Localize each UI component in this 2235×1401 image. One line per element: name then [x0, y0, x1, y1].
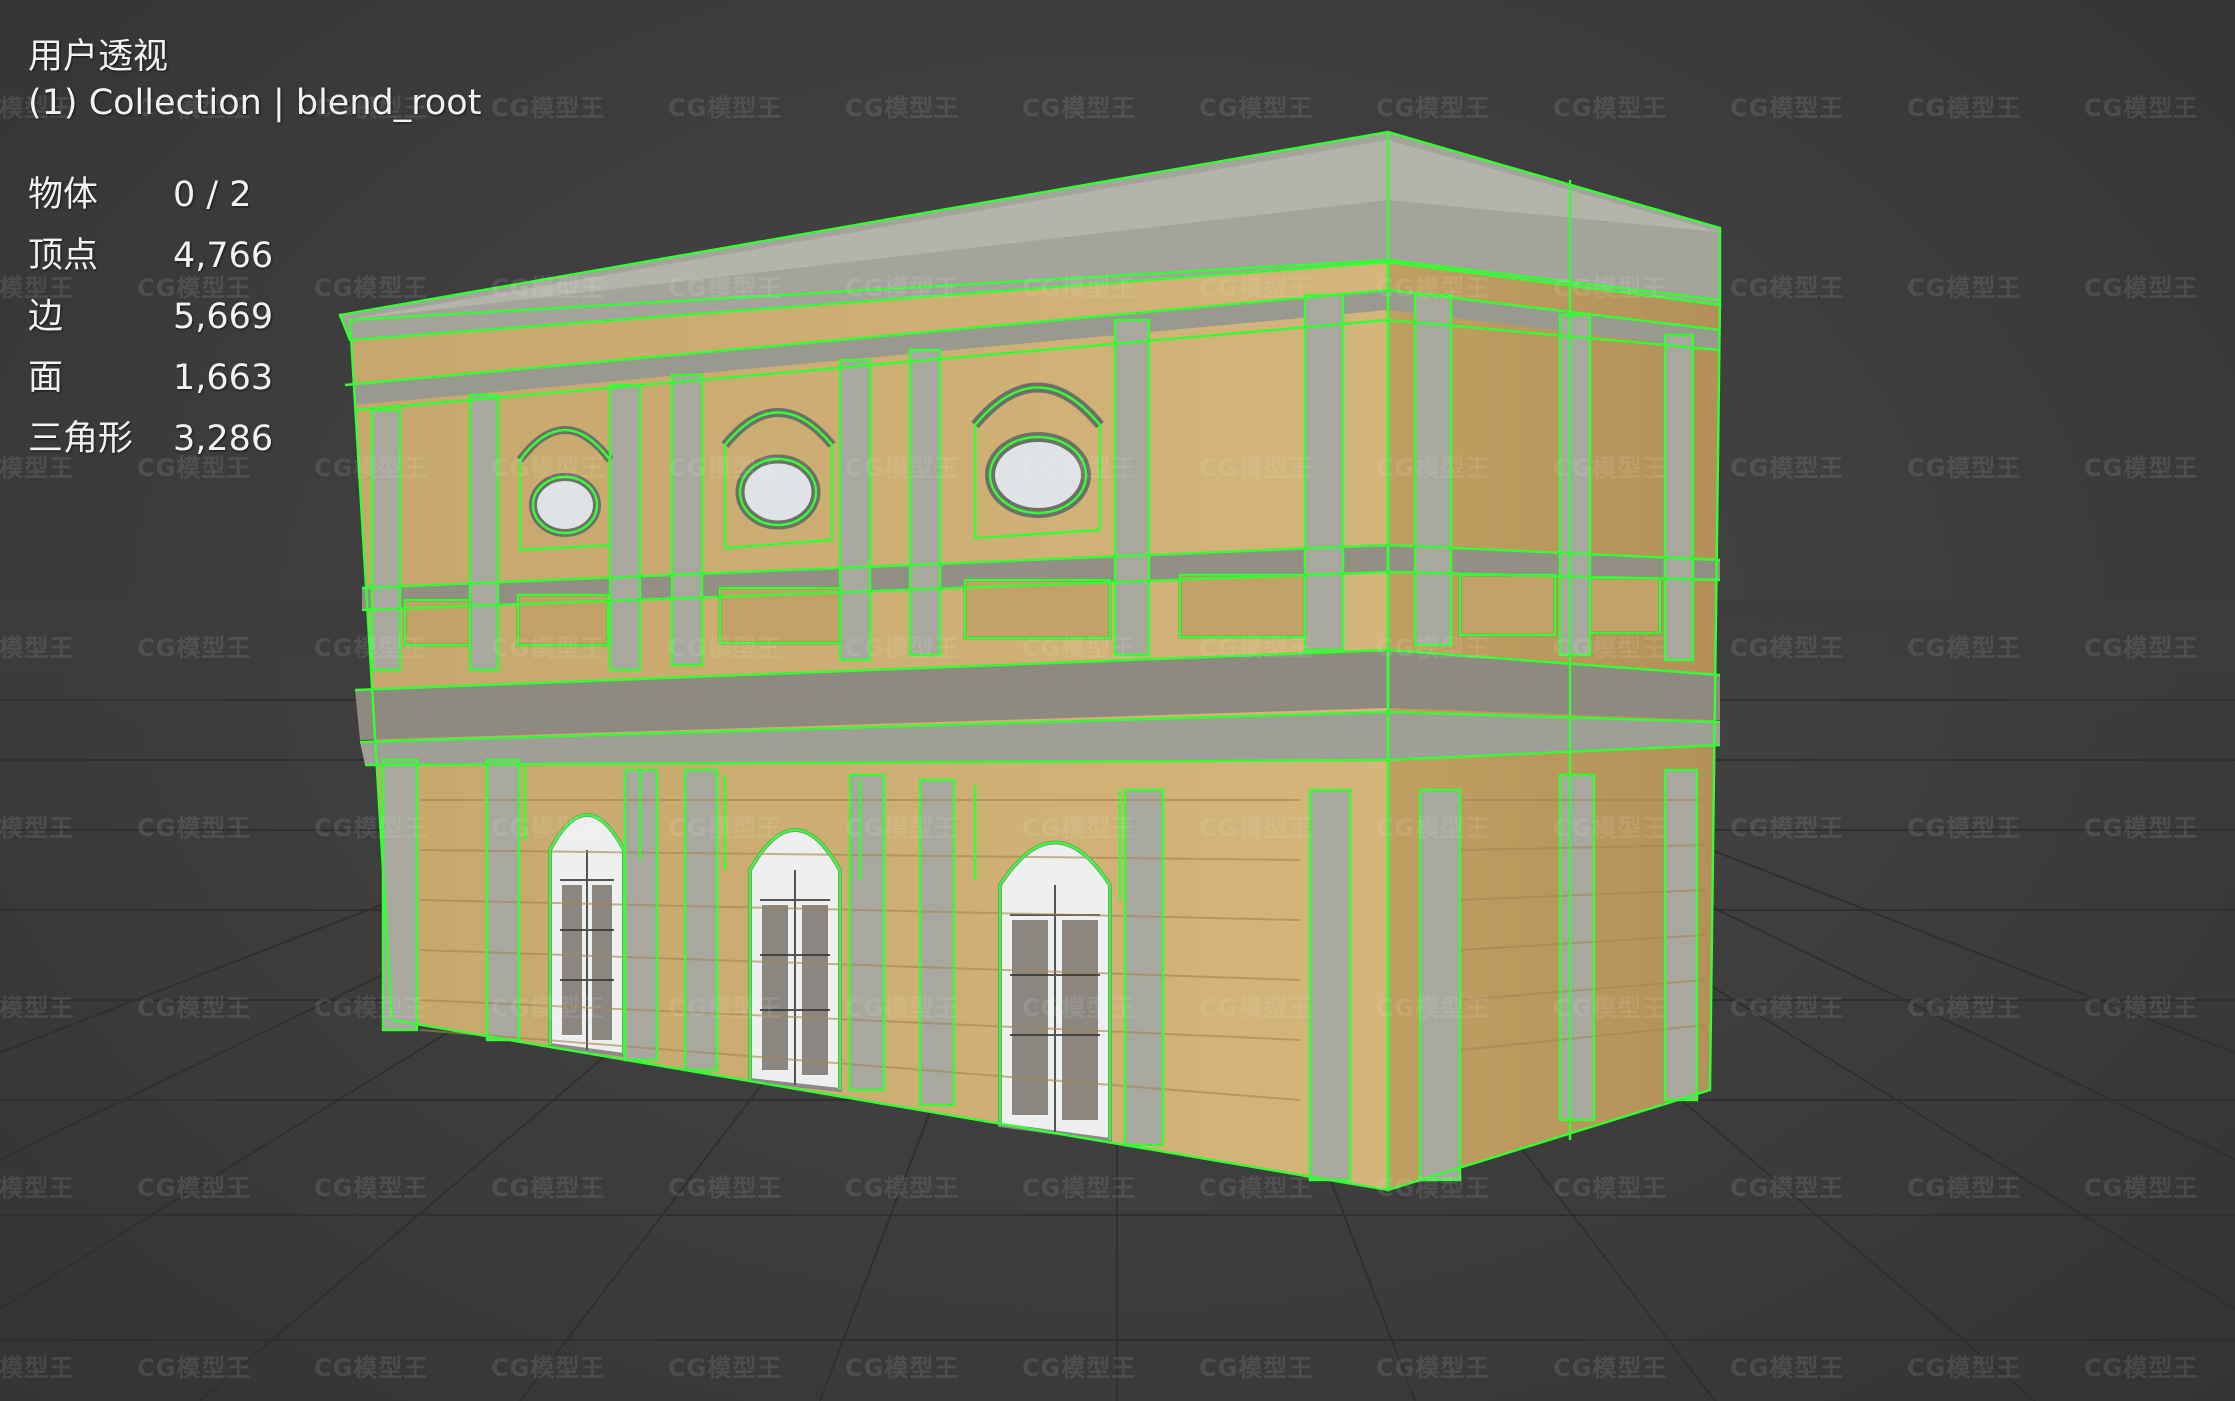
stat-label: 顶点: [28, 236, 99, 276]
stat-row-objects: 物体 0 / 2: [28, 178, 481, 239]
stat-label: 边: [28, 297, 64, 337]
stat-row-edges: 边 5,669: [28, 300, 481, 361]
3d-viewport[interactable]: CG模型王CG模型王CG模型王CG模型王CG模型王CG模型王CG模型王CG模型王…: [0, 0, 2235, 1401]
stat-value: 0 / 2: [173, 175, 252, 215]
stat-label: 面: [28, 358, 64, 398]
collection-label: (1) Collection | blend_root: [28, 83, 482, 123]
viewport-info-overlay: 用户透视 (1) Collection | blend_root 物体 0 / …: [28, 40, 481, 483]
stat-value: 1,663: [173, 358, 274, 398]
stat-value: 5,669: [173, 297, 274, 337]
stat-row-vertices: 顶点 4,766: [28, 239, 481, 300]
building-model[interactable]: [338, 130, 1722, 1192]
view-name: 用户透视: [28, 37, 169, 77]
stat-label: 三角形: [28, 419, 134, 459]
stat-label: 物体: [28, 175, 99, 215]
stat-row-faces: 面 1,663: [28, 361, 481, 422]
statistics-panel: 物体 0 / 2 顶点 4,766 边 5,669 面 1,663 三角形 3,…: [28, 178, 481, 483]
stat-value: 3,286: [173, 419, 274, 459]
stat-value: 4,766: [173, 236, 274, 276]
stat-row-triangles: 三角形 3,286: [28, 422, 481, 483]
